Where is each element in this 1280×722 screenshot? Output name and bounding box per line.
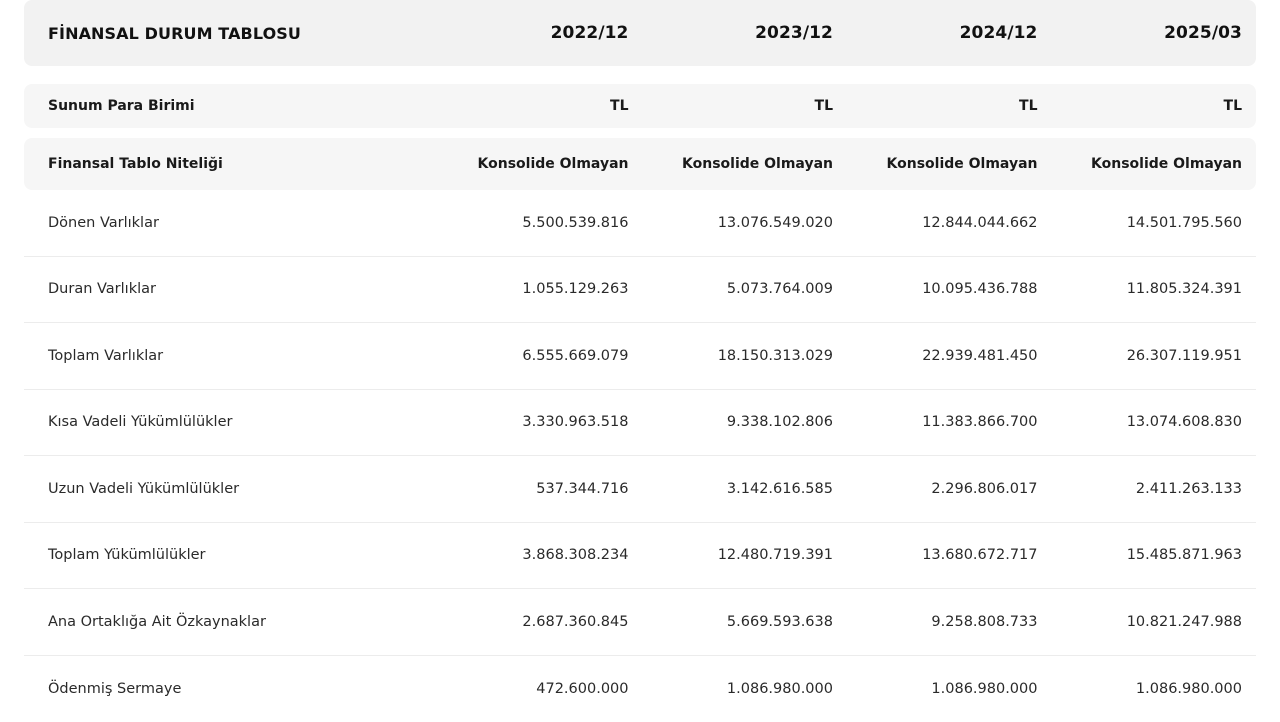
cell-value: 1.055.129.263 <box>424 281 629 297</box>
nature-value: Konsolide Olmayan <box>1038 156 1243 172</box>
cell-value: 14.501.795.560 <box>1038 215 1243 231</box>
cell-value: 3.330.963.518 <box>424 414 629 430</box>
cell-value: 5.500.539.816 <box>424 215 629 231</box>
cell-value: 18.150.313.029 <box>629 348 834 364</box>
table-row: Dönen Varlıklar 5.500.539.816 13.076.549… <box>24 190 1256 257</box>
table-row: Kısa Vadeli Yükümlülükler 3.330.963.518 … <box>24 390 1256 457</box>
period-header: 2022/12 <box>424 23 629 43</box>
cell-value: 26.307.119.951 <box>1038 348 1243 364</box>
cell-value: 3.868.308.234 <box>424 547 629 563</box>
row-label: Kısa Vadeli Yükümlülükler <box>24 414 424 430</box>
cell-value: 1.086.980.000 <box>833 681 1038 697</box>
cell-value: 12.844.044.662 <box>833 215 1038 231</box>
cell-value: 13.074.608.830 <box>1038 414 1243 430</box>
cell-value: 537.344.716 <box>424 481 629 497</box>
table-row: Ödenmiş Sermaye 472.600.000 1.086.980.00… <box>24 656 1256 722</box>
table-header: FİNANSAL DURUM TABLOSU 2022/12 2023/12 2… <box>24 0 1256 66</box>
currency-row: Sunum Para Birimi TL TL TL TL <box>24 84 1256 128</box>
cell-value: 2.296.806.017 <box>833 481 1038 497</box>
currency-value: TL <box>629 98 834 114</box>
row-label: Toplam Yükümlülükler <box>24 547 424 563</box>
cell-value: 13.076.549.020 <box>629 215 834 231</box>
table-title: FİNANSAL DURUM TABLOSU <box>24 24 424 43</box>
table-row: Duran Varlıklar 1.055.129.263 5.073.764.… <box>24 257 1256 324</box>
row-label: Uzun Vadeli Yükümlülükler <box>24 481 424 497</box>
cell-value: 6.555.669.079 <box>424 348 629 364</box>
nature-value: Konsolide Olmayan <box>833 156 1038 172</box>
cell-value: 13.680.672.717 <box>833 547 1038 563</box>
cell-value: 10.821.247.988 <box>1038 614 1243 630</box>
row-label: Toplam Varlıklar <box>24 348 424 364</box>
cell-value: 10.095.436.788 <box>833 281 1038 297</box>
currency-value: TL <box>1038 98 1243 114</box>
period-header: 2024/12 <box>833 23 1038 43</box>
table-row: Ana Ortaklığa Ait Özkaynaklar 2.687.360.… <box>24 589 1256 656</box>
cell-value: 5.073.764.009 <box>629 281 834 297</box>
cell-value: 3.142.616.585 <box>629 481 834 497</box>
row-label: Sunum Para Birimi <box>24 98 424 114</box>
cell-value: 472.600.000 <box>424 681 629 697</box>
cell-value: 15.485.871.963 <box>1038 547 1243 563</box>
table-row: Toplam Varlıklar 6.555.669.079 18.150.31… <box>24 323 1256 390</box>
financial-position-table: FİNANSAL DURUM TABLOSU 2022/12 2023/12 2… <box>24 0 1256 720</box>
cell-value: 22.939.481.450 <box>833 348 1038 364</box>
period-header: 2025/03 <box>1038 23 1243 43</box>
table-row: Toplam Yükümlülükler 3.868.308.234 12.48… <box>24 523 1256 590</box>
row-label: Ödenmiş Sermaye <box>24 681 424 697</box>
row-label: Dönen Varlıklar <box>24 215 424 231</box>
cell-value: 9.258.808.733 <box>833 614 1038 630</box>
cell-value: 1.086.980.000 <box>629 681 834 697</box>
nature-value: Konsolide Olmayan <box>424 156 629 172</box>
nature-value: Konsolide Olmayan <box>629 156 834 172</box>
row-label: Finansal Tablo Niteliği <box>24 156 424 172</box>
row-label: Ana Ortaklığa Ait Özkaynaklar <box>24 614 424 630</box>
cell-value: 1.086.980.000 <box>1038 681 1243 697</box>
cell-value: 5.669.593.638 <box>629 614 834 630</box>
currency-value: TL <box>833 98 1038 114</box>
cell-value: 11.383.866.700 <box>833 414 1038 430</box>
table-row: Uzun Vadeli Yükümlülükler 537.344.716 3.… <box>24 456 1256 523</box>
cell-value: 9.338.102.806 <box>629 414 834 430</box>
row-label: Duran Varlıklar <box>24 281 424 297</box>
period-header: 2023/12 <box>629 23 834 43</box>
cell-value: 2.687.360.845 <box>424 614 629 630</box>
cell-value: 2.411.263.133 <box>1038 481 1243 497</box>
currency-value: TL <box>424 98 629 114</box>
cell-value: 12.480.719.391 <box>629 547 834 563</box>
statement-nature-row: Finansal Tablo Niteliği Konsolide Olmaya… <box>24 138 1256 190</box>
cell-value: 11.805.324.391 <box>1038 281 1243 297</box>
